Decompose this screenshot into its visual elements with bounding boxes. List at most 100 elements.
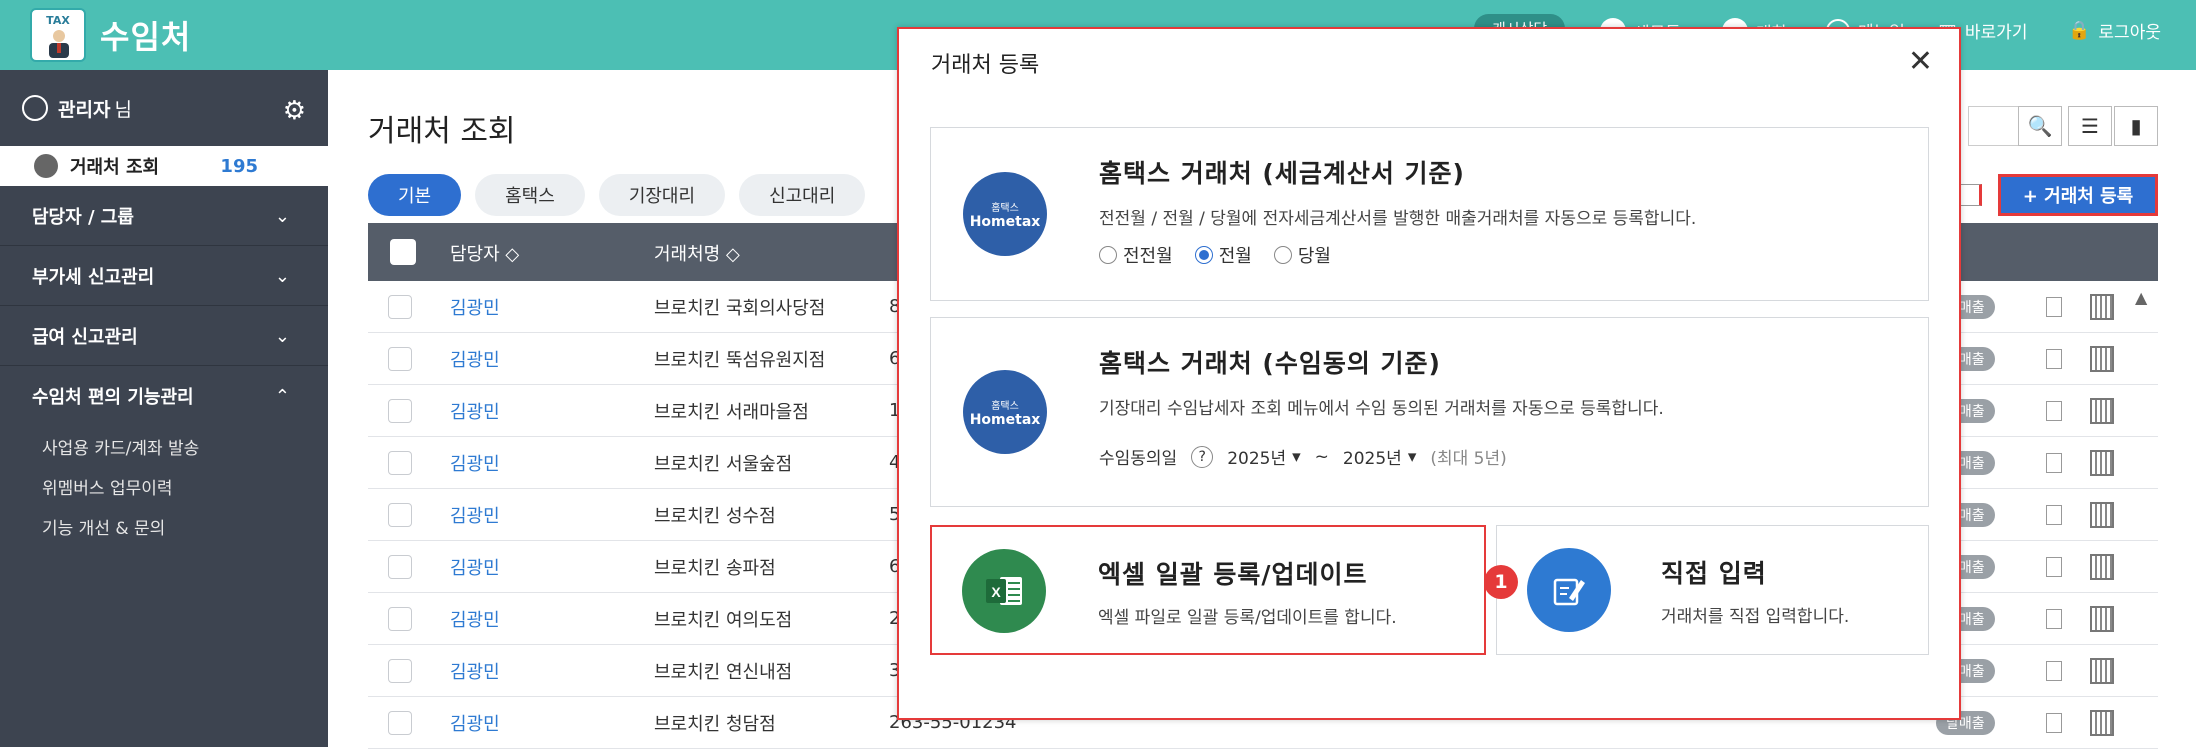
search-icon: 🔍: [2027, 114, 2053, 138]
row-checkbox[interactable]: [388, 398, 412, 423]
client-name: 브로치킨 청담점: [654, 713, 776, 735]
card-title: 홈택스 거래처 (수임동의 기준): [1099, 349, 1441, 378]
pencil-glyph: [1553, 578, 1585, 606]
document-icon[interactable]: [2046, 712, 2062, 733]
chevron-down-icon: ⌄: [274, 326, 290, 347]
tab-basic[interactable]: 기본: [368, 174, 462, 216]
admin-suffix: 님: [114, 98, 132, 121]
card-title: 엑셀 일괄 등록/업데이트: [1098, 560, 1368, 589]
close-icon[interactable]: ✕: [1908, 47, 1933, 77]
sidebar-section-manager-group[interactable]: 담당자 / 그룹 ⌄: [0, 186, 328, 246]
client-name: 브로치킨 서래마을점: [654, 401, 809, 423]
add-client-button[interactable]: + 거래처 등록: [1998, 174, 2158, 216]
to-year-select[interactable]: 2025년 ▾: [1342, 444, 1416, 470]
document-icon[interactable]: [2046, 452, 2062, 473]
gear-icon[interactable]: ⚙: [283, 96, 306, 126]
lock-icon: 🔒: [2068, 20, 2091, 41]
qr-icon[interactable]: [2090, 657, 2114, 684]
qr-icon[interactable]: [2090, 709, 2114, 736]
manager-link[interactable]: 김광민: [450, 450, 500, 476]
row-checkbox[interactable]: [388, 294, 412, 319]
tab-bar: 기본 홈택스 기장대리 신고대리: [368, 174, 866, 216]
column-manager[interactable]: 담당자 ◇: [450, 240, 519, 266]
chevron-up-icon: ⌃: [274, 386, 290, 407]
qr-icon[interactable]: [2090, 397, 2114, 424]
consent-date-row: 수임동의일 ? 2025년 ▾ ~ 2025년 ▾ (최대 5년): [1099, 444, 1507, 469]
qr-icon[interactable]: [2090, 293, 2114, 320]
row-checkbox[interactable]: [388, 346, 412, 371]
to-year-value: 2025년: [1342, 449, 1402, 469]
tab-hometax[interactable]: 홈택스: [475, 174, 585, 216]
card-hometax-invoice[interactable]: 홈택스 Hometax 홈택스 거래처 (세금계산서 기준) 전전월 / 전월 …: [930, 127, 1929, 301]
search-button[interactable]: 🔍: [2018, 106, 2062, 146]
card-description: 전전월 / 전월 / 당월에 전자세금계산서를 발행한 매출거래처를 자동으로 …: [1099, 209, 1697, 229]
manager-link[interactable]: 김광민: [450, 606, 500, 632]
modal-title: 거래처 등록: [931, 53, 1040, 78]
radio-two-months-ago[interactable]: 전전월: [1099, 242, 1173, 268]
row-checkbox[interactable]: [388, 710, 412, 735]
row-checkbox[interactable]: [388, 554, 412, 579]
search-input[interactable]: [1968, 106, 2018, 146]
logout-button[interactable]: 🔒 로그아웃: [2068, 18, 2161, 43]
from-year-select[interactable]: 2025년 ▾: [1227, 444, 1300, 470]
row-checkbox[interactable]: [388, 658, 412, 683]
radio-this-month[interactable]: 당월: [1273, 242, 1331, 268]
card-excel-upload[interactable]: X 엑셀 일괄 등록/업데이트 엑셀 파일로 일괄 등록/업데이트를 합니다.: [930, 525, 1486, 655]
document-icon[interactable]: [2046, 608, 2062, 629]
tab-bookkeeping[interactable]: 기장대리: [598, 174, 726, 216]
hometax-logo-icon: 홈택스 Hometax: [963, 370, 1047, 454]
chart-view-button[interactable]: ▮: [2114, 106, 2158, 146]
search-icon: [34, 154, 58, 178]
row-checkbox[interactable]: [388, 606, 412, 631]
qr-icon[interactable]: [2090, 605, 2114, 632]
radio-label: 전전월: [1123, 246, 1173, 267]
manager-link[interactable]: 김광민: [450, 658, 500, 684]
sidebar-section-payroll[interactable]: 급여 신고관리 ⌄: [0, 306, 328, 366]
row-checkbox[interactable]: [388, 502, 412, 527]
qr-icon[interactable]: [2090, 553, 2114, 580]
sidebar-sub-feedback[interactable]: 기능 개선 & 문의: [0, 506, 328, 546]
logout-label: 로그아웃: [2098, 23, 2161, 43]
document-icon[interactable]: [2046, 556, 2062, 577]
document-icon[interactable]: [2046, 296, 2062, 317]
admin-row: 관리자 님 ⚙: [0, 70, 328, 146]
sidebar-item-client-search[interactable]: 거래처 조회 195: [0, 146, 328, 186]
sidebar-sub-history[interactable]: 위멤버스 업무이력: [0, 466, 328, 506]
logo-tax-label: TAX: [46, 14, 70, 27]
card-direct-input[interactable]: 직접 입력 거래처를 직접 입력합니다.: [1496, 525, 1929, 655]
document-icon[interactable]: [2046, 348, 2062, 369]
manager-link[interactable]: 김광민: [450, 710, 500, 736]
scroll-up-arrow[interactable]: ▲: [2135, 288, 2147, 307]
qr-icon[interactable]: [2090, 345, 2114, 372]
sidebar-section-convenience[interactable]: 수임처 편의 기능관리 ⌃: [0, 366, 328, 426]
manager-link[interactable]: 김광민: [450, 398, 500, 424]
consent-date-label: 수임동의일: [1099, 449, 1178, 469]
bar-chart-icon: ▮: [2130, 114, 2142, 138]
sidebar-sub-card-account[interactable]: 사업용 카드/계좌 발송: [0, 426, 328, 466]
sidebar-section-vat[interactable]: 부가세 신고관리 ⌄: [0, 246, 328, 306]
select-all-checkbox[interactable]: [390, 239, 416, 265]
card-description: 엑셀 파일로 일괄 등록/업데이트를 합니다.: [1098, 608, 1397, 628]
card-hometax-consent[interactable]: 홈택스 Hometax 홈택스 거래처 (수임동의 기준) 기장대리 수임납세자…: [930, 317, 1929, 507]
document-icon[interactable]: [2046, 504, 2062, 525]
radio-last-month[interactable]: 전월: [1194, 242, 1252, 268]
row-checkbox[interactable]: [388, 450, 412, 475]
period-radio-group: 전전월 전월 당월: [1099, 242, 1331, 268]
hometax-logo-big: Hometax: [969, 213, 1041, 230]
manager-link[interactable]: 김광민: [450, 294, 500, 320]
max-years-note: (최대 5년): [1430, 449, 1507, 469]
help-icon[interactable]: ?: [1191, 445, 1214, 468]
column-client-name[interactable]: 거래처명 ◇: [654, 240, 740, 266]
qr-icon[interactable]: [2090, 501, 2114, 528]
manager-link[interactable]: 김광민: [450, 346, 500, 372]
list-view-button[interactable]: ☰: [2068, 106, 2112, 146]
page-title: 거래처 조회: [368, 114, 516, 149]
document-icon[interactable]: [2046, 660, 2062, 681]
document-icon[interactable]: [2046, 400, 2062, 421]
qr-icon[interactable]: [2090, 449, 2114, 476]
app-logo[interactable]: TAX: [30, 8, 86, 62]
tab-filing[interactable]: 신고대리: [739, 174, 866, 216]
manager-link[interactable]: 김광민: [450, 502, 500, 528]
user-icon: [22, 95, 48, 121]
manager-link[interactable]: 김광민: [450, 554, 500, 580]
